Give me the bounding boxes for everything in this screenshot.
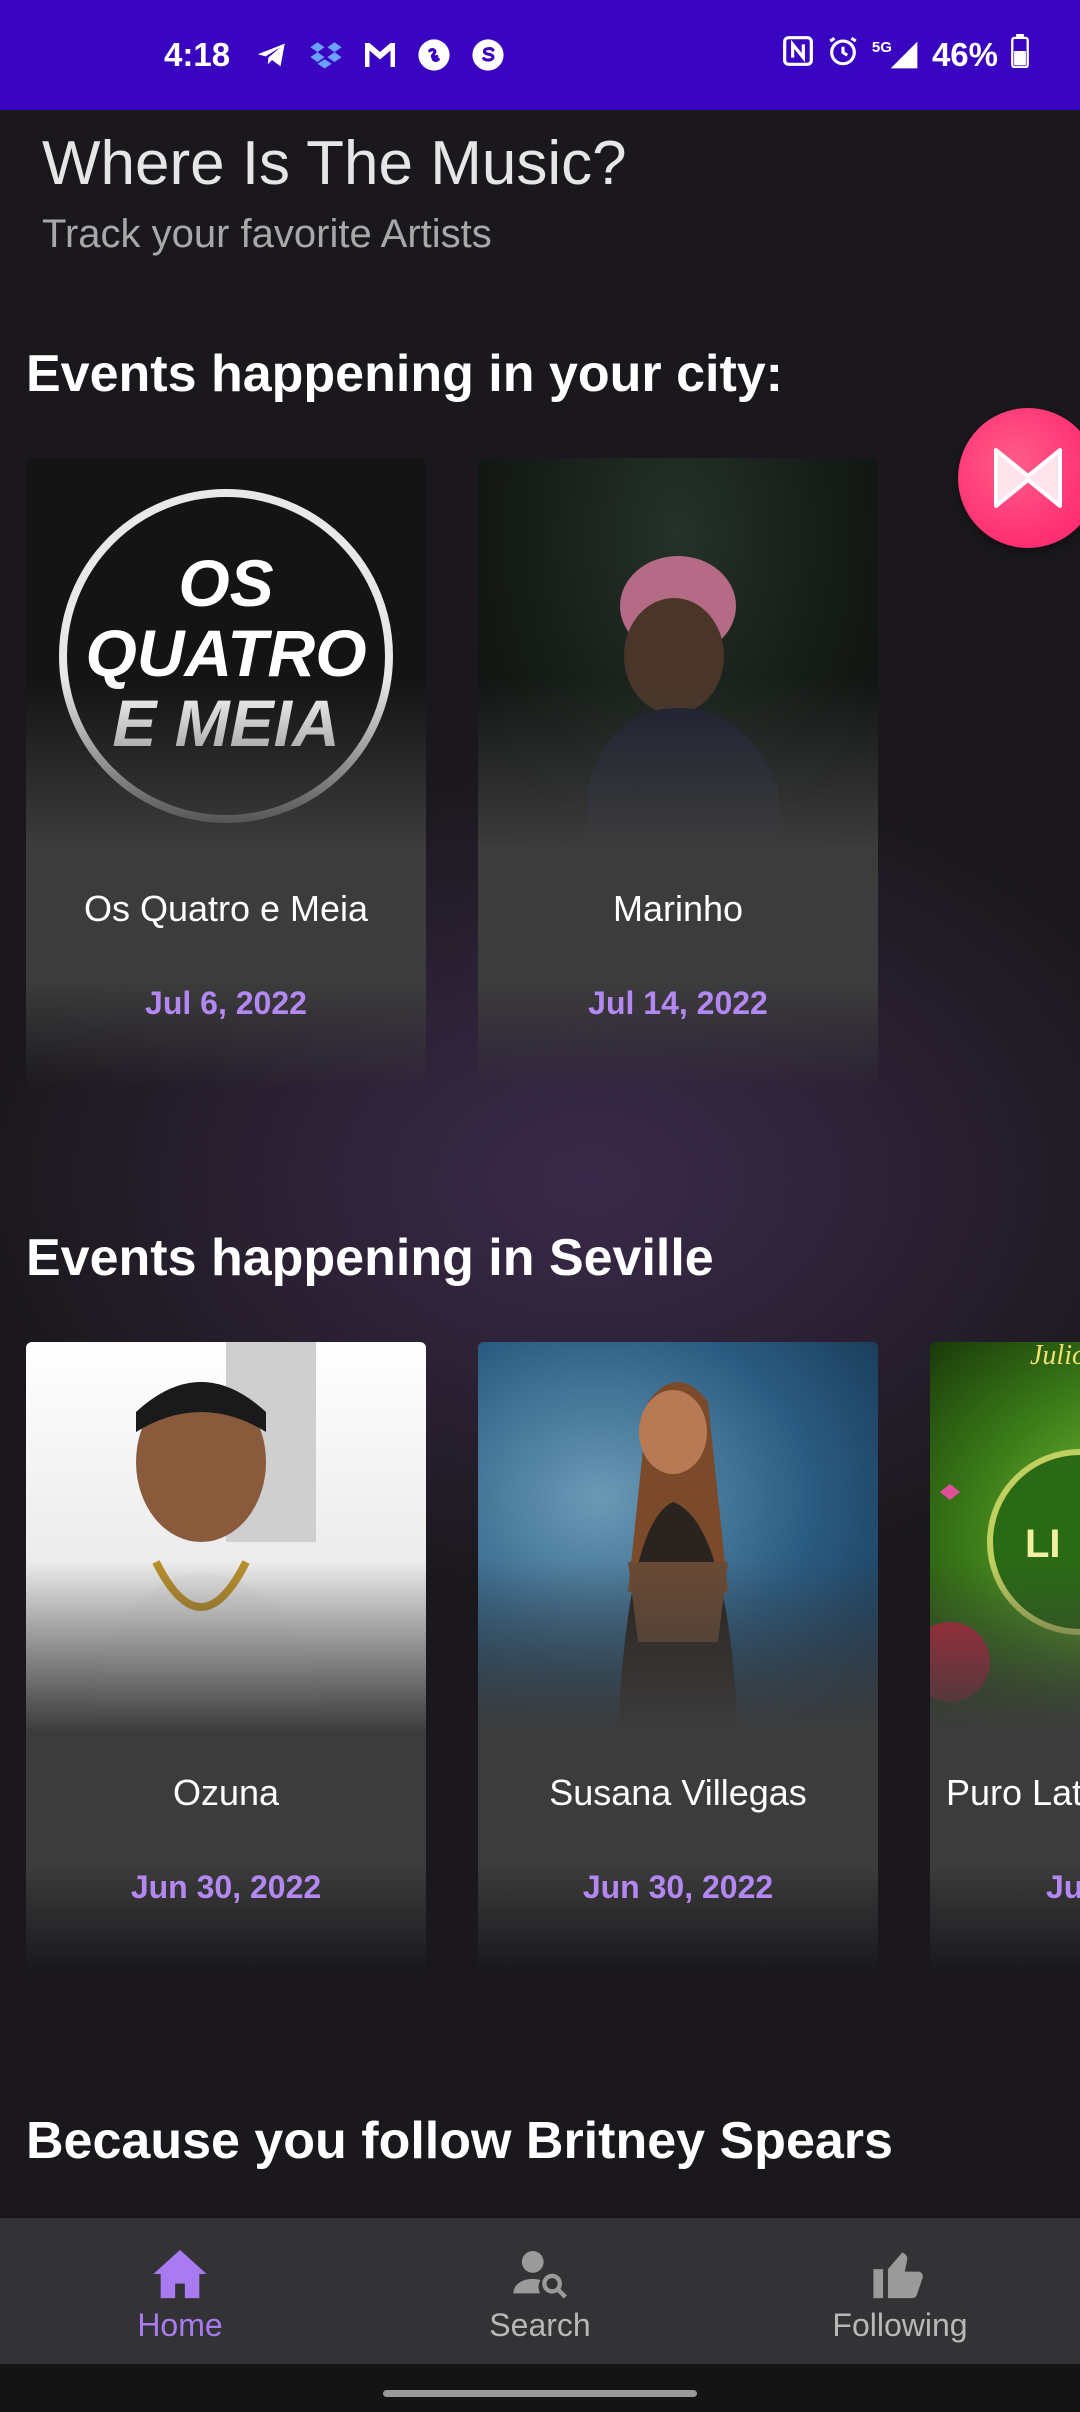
home-icon <box>153 2249 207 2298</box>
nav-search[interactable]: Search <box>360 2218 720 2364</box>
event-date: Jul 6, 2022 <box>145 985 307 1021</box>
artist-image <box>26 1342 426 1732</box>
home-gesture-handle[interactable] <box>383 2390 697 2397</box>
thumbs-up-icon <box>873 2251 923 2298</box>
app-title: Where Is The Music? <box>42 129 627 198</box>
status-time: 4:18 <box>164 36 231 73</box>
event-artist-name: Ozuna <box>172 1772 280 1813</box>
artist-image <box>478 458 878 848</box>
section-title-seville: Events happening in Seville <box>26 1229 714 1287</box>
poster-art: Julio LI <box>930 1342 1080 1702</box>
artist-image <box>478 1342 878 1732</box>
events-row-your-city[interactable]: OS QUATRO E MEIA Os Quatro e Meia Jul 6,… <box>26 458 1080 1088</box>
event-artist-name: Puro Latino <box>946 1772 1080 1813</box>
artist-photo <box>86 1342 326 1732</box>
nav-home-label: Home <box>137 2306 223 2343</box>
event-card[interactable]: Marinho Jul 14, 2022 <box>478 458 878 1088</box>
band-logo: OS QUATRO E MEIA <box>59 489 393 823</box>
nav-search-label: Search <box>489 2306 591 2343</box>
section-title-following: Because you follow Britney Spears <box>26 2112 893 2170</box>
artist-image: OS QUATRO E MEIA <box>26 458 426 848</box>
signal-5g-icon: 5G <box>872 39 920 71</box>
battery-percent: 46% <box>931 36 998 73</box>
section-title-your-city: Events happening in your city: <box>26 345 783 403</box>
events-row-seville[interactable]: Ozuna Jun 30, 2022 Susana Villegas Jun 3… <box>26 1342 1080 1972</box>
app-subtitle: Track your favorite Artists <box>42 212 492 256</box>
svg-text:QUATRO: QUATRO <box>85 616 366 690</box>
musixmatch-icon <box>994 448 1062 508</box>
app-s-icon <box>470 37 506 73</box>
event-artist-name: Marinho <box>612 888 744 929</box>
telegram-icon <box>254 37 290 73</box>
event-card[interactable]: Julio LI Puro Latino Jun 30, 2022 <box>930 1342 1080 1972</box>
svg-text:E MEIA: E MEIA <box>112 686 339 760</box>
shazam-icon <box>416 37 452 73</box>
nav-home[interactable]: Home <box>0 2218 360 2364</box>
event-date: Jun 30, 2022 <box>130 1869 322 1905</box>
gmail-icon <box>362 37 398 73</box>
event-date: Jun 30, 2022 <box>582 1869 774 1905</box>
alarm-icon <box>826 34 860 76</box>
svg-text:LI: LI <box>1025 1522 1061 1566</box>
battery-icon <box>1010 34 1030 76</box>
artist-photo <box>588 556 778 848</box>
status-indicators: 5G 46% <box>782 34 1030 76</box>
nfc-icon <box>782 35 814 75</box>
event-artist-name: Os Quatro e Meia <box>83 888 369 929</box>
event-card[interactable]: Susana Villegas Jun 30, 2022 <box>478 1342 878 1972</box>
event-poster: Julio LI <box>930 1342 1080 1732</box>
event-card[interactable]: OS QUATRO E MEIA Os Quatro e Meia Jul 6,… <box>26 458 426 1088</box>
event-card[interactable]: Ozuna Jun 30, 2022 <box>26 1342 426 1972</box>
person-search-icon <box>513 2250 567 2298</box>
event-date: Jun 30, 2022 <box>1046 1869 1080 1905</box>
svg-text:Julio: Julio <box>1030 1342 1080 1371</box>
nav-following[interactable]: Following <box>720 2218 1080 2364</box>
artist-photo <box>618 1382 738 1732</box>
event-artist-name: Susana Villegas <box>549 1772 807 1813</box>
bottom-navigation: Home Search Following <box>0 2218 1080 2364</box>
system-nav-bar <box>0 2364 1080 2412</box>
floating-app-bubble[interactable] <box>958 408 1080 548</box>
svg-text:OS: OS <box>178 546 273 620</box>
event-date: Jul 14, 2022 <box>588 985 768 1021</box>
nav-following-label: Following <box>832 2306 968 2343</box>
status-bar: 4:18 5G 46% <box>0 0 1080 110</box>
dropbox-icon <box>308 37 344 73</box>
